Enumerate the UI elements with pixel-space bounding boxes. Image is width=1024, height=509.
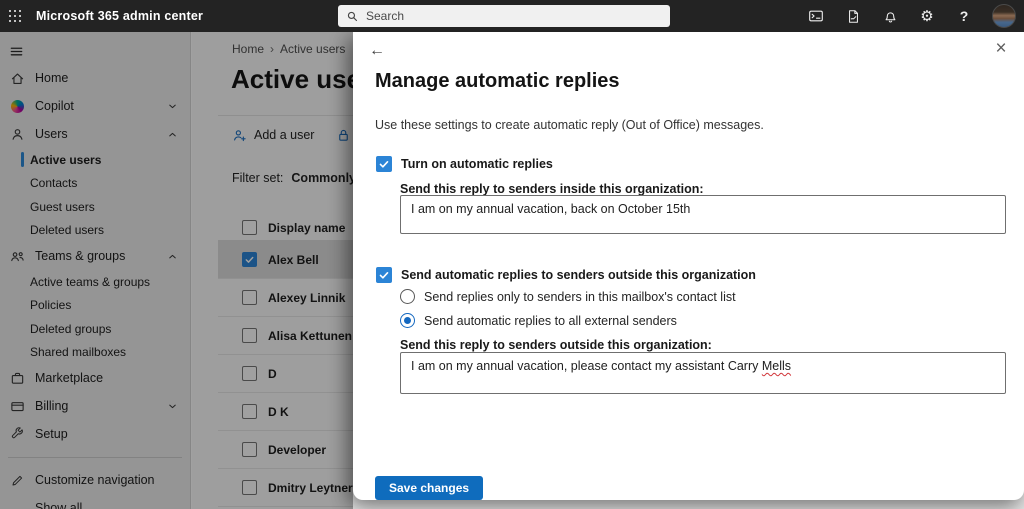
back-button[interactable]: ← <box>366 40 388 62</box>
turn-on-automatic-replies-toggle[interactable]: Turn on automatic replies <box>376 156 553 172</box>
settings-button[interactable]: ⚙ <box>918 7 936 25</box>
turn-on-label: Turn on automatic replies <box>401 157 553 171</box>
inside-reply-label: Send this reply to senders inside this o… <box>400 182 704 196</box>
radio-all-external-option[interactable]: Send automatic replies to all external s… <box>400 313 677 328</box>
waffle-menu-button[interactable] <box>0 0 30 32</box>
search-icon <box>346 10 359 23</box>
app-title: Microsoft 365 admin center <box>36 9 204 23</box>
outside-checkbox[interactable] <box>376 267 392 283</box>
search-input[interactable] <box>366 9 662 23</box>
panel-title: Manage automatic replies <box>375 70 620 92</box>
manage-automatic-replies-panel: ← × Manage automatic replies Use these s… <box>353 32 1024 500</box>
notifications-button[interactable] <box>881 7 899 25</box>
bell-icon <box>885 11 895 23</box>
gear-icon: ⚙ <box>920 7 934 25</box>
panel-description: Use these settings to create automatic r… <box>375 118 764 132</box>
release-notes-button[interactable] <box>844 7 862 25</box>
question-icon: ? <box>959 8 969 24</box>
terminal-icon <box>809 10 823 22</box>
flyout-panel-region: ← × Manage automatic replies Use these s… <box>353 32 1024 509</box>
back-arrow-icon: ← <box>369 42 385 59</box>
outside-toggle-label: Send automatic replies to senders outsid… <box>401 268 756 282</box>
save-changes-button[interactable]: Save changes <box>375 476 484 500</box>
outside-reply-textarea[interactable]: I am on my annual vacation, please conta… <box>400 352 1006 394</box>
global-search[interactable] <box>338 5 670 27</box>
radio-contact-list-label: Send replies only to senders in this mai… <box>424 289 736 304</box>
outside-replies-toggle[interactable]: Send automatic replies to senders outsid… <box>376 267 756 283</box>
document-pen-icon <box>848 9 858 23</box>
radio-all-external-label: Send automatic replies to all external s… <box>424 313 677 328</box>
background-page: Home Copilot Users Active users Contacts… <box>0 32 353 509</box>
account-avatar[interactable] <box>992 4 1016 28</box>
turn-on-checkbox[interactable] <box>376 156 392 172</box>
misspelled-word: Mells <box>761 359 792 373</box>
radio-unselected-icon[interactable] <box>400 289 415 304</box>
outside-reply-label: Send this reply to senders outside this … <box>400 338 712 352</box>
radio-contact-list-option[interactable]: Send replies only to senders in this mai… <box>400 289 736 304</box>
app-topbar: Microsoft 365 admin center ⚙ ? <box>0 0 1024 32</box>
inside-reply-textarea[interactable]: I am on my annual vacation, back on Octo… <box>400 195 1006 234</box>
radio-selected-icon[interactable] <box>400 313 415 328</box>
topbar-icons: ⚙ ? <box>807 0 1016 32</box>
modal-scrim[interactable] <box>0 32 353 509</box>
close-button[interactable]: × <box>990 38 1012 60</box>
waffle-icon <box>8 9 22 23</box>
help-button[interactable]: ? <box>955 7 973 25</box>
terminal-button[interactable] <box>807 7 825 25</box>
close-icon: × <box>995 38 1007 59</box>
